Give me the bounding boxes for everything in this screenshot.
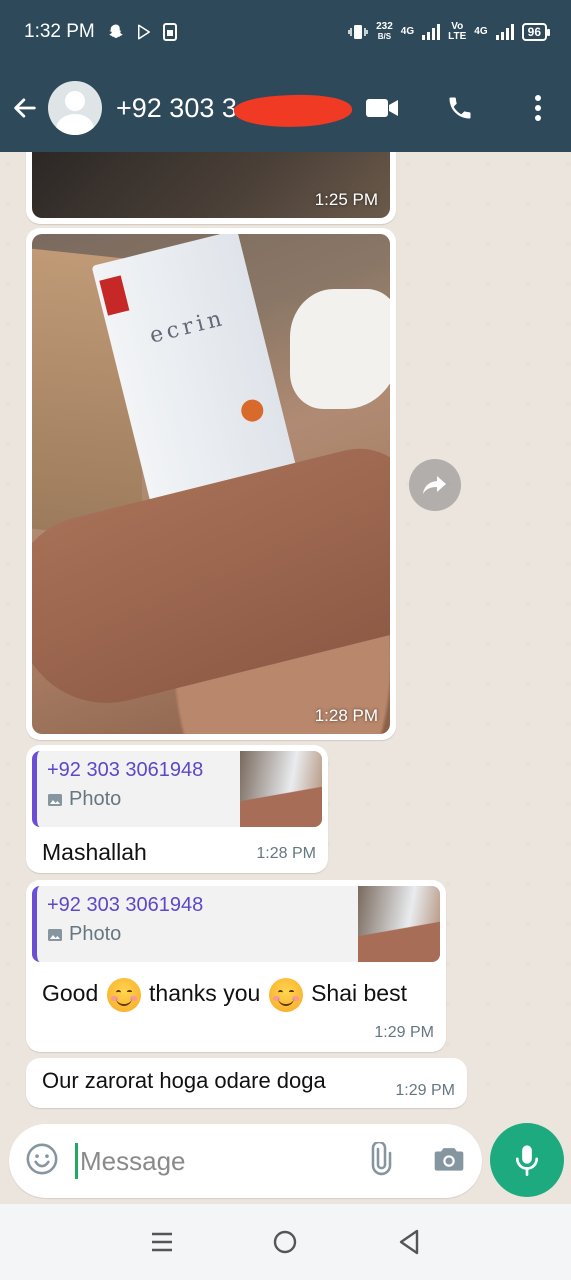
header-actions — [365, 91, 555, 125]
quoted-type: Photo — [47, 923, 348, 946]
sim-icon — [162, 23, 177, 41]
message-time: 1:28 PM — [256, 845, 316, 862]
message-input[interactable] — [80, 1145, 330, 1177]
network-2-label: 4G — [474, 26, 488, 37]
quoted-thumbnail — [240, 751, 322, 827]
smiling-face-emoji-icon — [106, 978, 141, 1012]
status-time: 1:32 PM — [24, 21, 95, 42]
network-2: 4G — [474, 27, 487, 37]
forward-icon[interactable] — [409, 459, 461, 511]
quoted-type-label: Photo — [69, 923, 122, 945]
quoted-author: +92 303 3061948 — [47, 759, 204, 781]
message-text-part: thanks you — [149, 980, 261, 1007]
quoted-author: +92 303 3061948 — [47, 894, 204, 916]
avatar[interactable] — [48, 81, 102, 135]
smiling-face-emoji-icon — [268, 978, 303, 1012]
contact-name-text: +92 303 3 — [116, 92, 237, 123]
network-1-label: 4G — [400, 26, 415, 37]
photo[interactable]: 1:25 PM — [32, 152, 390, 218]
chat-area[interactable]: 1:25 PM ecrin 1:28 PM +92 303 3061948 Ph… — [0, 152, 571, 1118]
image-message[interactable]: ecrin 1:28 PM — [26, 228, 396, 740]
reply-message[interactable]: +92 303 3061948 Photo Mashallah 1:28 PM — [26, 745, 328, 873]
message-time: 1:29 PM — [374, 1024, 434, 1041]
mic-button[interactable] — [490, 1123, 564, 1197]
message-box — [9, 1124, 482, 1198]
battery-icon: 96 — [521, 23, 551, 41]
photo[interactable]: ecrin 1:28 PM — [32, 234, 390, 734]
play-store-icon — [137, 24, 150, 40]
home-icon[interactable] — [265, 1222, 305, 1262]
chat-header: +92 303 3 — [0, 64, 571, 152]
text-message[interactable]: Our zarorat hoga odare doga 1:29 PM — [26, 1058, 467, 1108]
video-call-icon[interactable] — [365, 91, 399, 125]
notification-icons — [107, 23, 177, 41]
phone-call-icon[interactable] — [443, 91, 477, 125]
status-right: 232 B/S 4G Vo LTE 4G 96 — [348, 22, 551, 42]
camera-icon[interactable] — [432, 1144, 466, 1179]
message-time: 1:29 PM — [395, 1082, 455, 1099]
network-1: 4G — [401, 27, 414, 37]
snapchat-icon — [109, 24, 123, 38]
recents-icon[interactable] — [142, 1222, 182, 1262]
data-rate: 232 B/S — [376, 22, 393, 42]
back-nav-icon[interactable] — [389, 1222, 429, 1262]
more-vert-icon[interactable] — [521, 91, 555, 125]
contact-name[interactable]: +92 303 3 — [116, 91, 353, 130]
composer — [0, 1118, 571, 1204]
message-text-part: Good — [42, 980, 99, 1007]
message-text: Good thanks you Shai best — [32, 962, 440, 1012]
product-brand: ecrin — [147, 305, 229, 349]
status-bar: 1:32 PM 232 B/S 4G Vo LTE 4G 96 — [0, 0, 571, 64]
message-text-part: Shai best — [311, 980, 407, 1007]
text-cursor — [75, 1143, 78, 1179]
photo-icon — [48, 928, 62, 941]
message-time: 1:25 PM — [314, 190, 378, 209]
photo-icon — [48, 793, 62, 806]
system-navigation-bar — [0, 1204, 571, 1280]
reply-message[interactable]: +92 303 3061948 Photo Good thanks you Sh… — [26, 880, 446, 1052]
input-icons — [362, 1140, 466, 1181]
signal-icon — [495, 24, 514, 40]
quoted-type-label: Photo — [69, 788, 122, 810]
quoted-message[interactable]: +92 303 3061948 Photo — [32, 751, 322, 827]
data-rate-value: 232 — [376, 21, 393, 32]
back-arrow-icon[interactable] — [10, 93, 40, 123]
quoted-message[interactable]: +92 303 3061948 Photo — [32, 886, 440, 962]
message-time: 1:28 PM — [314, 706, 378, 725]
image-message[interactable]: 1:25 PM — [26, 152, 396, 224]
data-rate-unit: B/S — [377, 32, 392, 41]
vibrate-icon — [348, 25, 368, 39]
mic-icon — [515, 1145, 539, 1176]
volte-bottom: LTE — [448, 31, 467, 42]
attach-icon[interactable] — [362, 1140, 396, 1181]
emoji-icon[interactable] — [25, 1142, 59, 1181]
redaction-scribble — [233, 91, 353, 130]
volte-badge: Vo LTE — [448, 22, 466, 42]
quoted-type: Photo — [47, 788, 230, 811]
signal-icon — [422, 24, 441, 40]
quoted-thumbnail — [358, 886, 440, 962]
